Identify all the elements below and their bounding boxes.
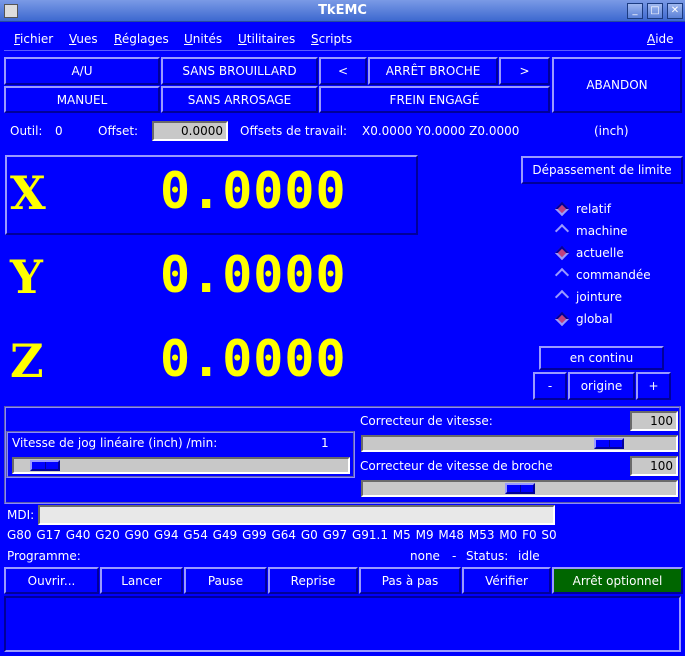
verify-button[interactable]: Vérifier [462, 567, 551, 594]
jog-speed-label: Vitesse de jog linéaire (inch) /min: [12, 436, 218, 450]
menu-unites[interactable]: Unités [184, 32, 222, 46]
spindle-decrease-button[interactable]: < [319, 57, 367, 85]
program-name: none [410, 549, 440, 563]
offset-field[interactable]: 0.0000 [152, 121, 228, 141]
radio-selected-icon [554, 245, 570, 261]
close-button[interactable]: ✕ [667, 3, 683, 19]
coord-relatif-radio[interactable]: relatif [554, 201, 611, 217]
step-button[interactable]: Pas à pas [359, 567, 461, 594]
title-bar[interactable]: TkEMC _ □ ✕ [0, 0, 685, 22]
resume-button[interactable]: Reprise [268, 567, 358, 594]
jog-speed-slider-handle[interactable] [30, 460, 61, 471]
radio-unselected-icon [554, 289, 570, 305]
offset-label: Offset: [98, 124, 139, 138]
feed-override-label: Correcteur de vitesse: [360, 414, 493, 428]
radio-unselected-icon [554, 267, 570, 283]
radio-unselected-icon [554, 223, 570, 239]
menu-aide[interactable]: Aide [647, 32, 674, 46]
window-title: TkEMC [318, 3, 367, 18]
work-offsets-label: Offsets de travail: [240, 124, 348, 138]
feed-override-value[interactable]: 100 [630, 411, 678, 431]
jog-plus-button[interactable]: + [636, 372, 671, 400]
brake-button[interactable]: FREIN ENGAGÉ [319, 86, 550, 113]
x-axis-label[interactable]: X [10, 166, 46, 220]
program-separator: - [452, 549, 457, 563]
coord-actuelle-radio[interactable]: actuelle [554, 245, 624, 261]
tool-value: 0 [55, 124, 63, 138]
feed-override-slider[interactable] [361, 435, 678, 452]
menu-fichier[interactable]: Fichier [14, 32, 53, 46]
optional-stop-button[interactable]: Arrêt optionnel [552, 567, 683, 594]
home-button[interactable]: origine [568, 372, 635, 400]
flood-button[interactable]: SANS ARROSAGE [161, 86, 318, 113]
x-axis-value: 0.0000 [160, 162, 347, 220]
status-value: idle [518, 549, 540, 563]
minimize-button[interactable]: _ [627, 3, 643, 19]
jog-speed-slider[interactable] [12, 457, 350, 474]
spindle-increase-button[interactable]: > [499, 57, 550, 85]
work-offsets-value: X0.0000 Y0.0000 Z0.0000 [362, 124, 520, 138]
active-gcodes: G80 G17 G40 G20 G90 G94 G54 G49 G99 G64 … [7, 528, 557, 542]
z-axis-value: 0.0000 [160, 330, 347, 388]
menu-bar: Fichier Vues Réglages Unités Utilitaires… [4, 27, 681, 51]
menu-vues[interactable]: Vues [69, 32, 98, 46]
estop-button[interactable]: A/U [4, 57, 160, 85]
menu-reglages[interactable]: Réglages [114, 32, 169, 46]
open-button[interactable]: Ouvrir... [4, 567, 99, 594]
radio-selected-icon [554, 201, 570, 217]
y-axis-value: 0.0000 [160, 246, 347, 304]
menu-utilitaires[interactable]: Utilitaires [238, 32, 295, 46]
coord-global-radio[interactable]: global [554, 311, 613, 327]
jog-speed-value: 1 [321, 436, 329, 450]
tool-label: Outil: [10, 124, 43, 138]
menu-scripts[interactable]: Scripts [311, 32, 352, 46]
y-axis-label[interactable]: Y [10, 250, 43, 304]
units-label: (inch) [594, 124, 629, 138]
pause-button[interactable]: Pause [184, 567, 267, 594]
program-label: Programme: [7, 549, 81, 563]
spindle-override-slider[interactable] [361, 480, 678, 497]
abort-button[interactable]: ABANDON [552, 57, 682, 113]
program-text-area[interactable] [4, 596, 681, 652]
radio-selected-icon [554, 311, 570, 327]
coord-jointure-radio[interactable]: jointure [554, 289, 622, 305]
coord-commandee-radio[interactable]: commandée [554, 267, 651, 283]
mdi-label: MDI: [7, 508, 35, 522]
coord-machine-radio[interactable]: machine [554, 223, 628, 239]
feed-override-slider-handle[interactable] [594, 438, 625, 449]
jog-mode-button[interactable]: en continu [539, 346, 664, 370]
spindle-override-value[interactable]: 100 [630, 456, 678, 476]
mode-button[interactable]: MANUEL [4, 86, 160, 113]
spindle-button[interactable]: ARRÊT BROCHE [368, 57, 498, 85]
status-label: Status: [466, 549, 509, 563]
limit-override-button[interactable]: Dépassement de limite [521, 156, 683, 184]
spindle-override-slider-handle[interactable] [504, 483, 535, 494]
z-axis-label[interactable]: Z [10, 334, 44, 388]
spindle-override-label: Correcteur de vitesse de broche [360, 459, 553, 473]
mdi-input[interactable] [38, 505, 555, 525]
mist-button[interactable]: SANS BROUILLARD [161, 57, 318, 85]
run-button[interactable]: Lancer [100, 567, 183, 594]
maximize-button[interactable]: □ [647, 3, 663, 19]
jog-minus-button[interactable]: - [533, 372, 567, 400]
